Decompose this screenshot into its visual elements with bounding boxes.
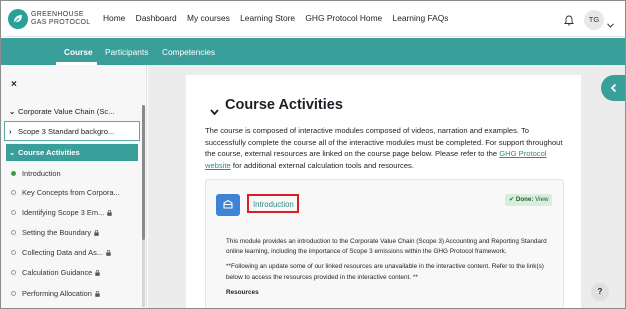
course-secondary-nav: Course Participants Competencies — [1, 38, 625, 65]
interactive-content-icon — [216, 194, 240, 216]
chevron-down-icon: ⌄ — [9, 107, 16, 116]
page-title: Course Activities — [225, 97, 343, 113]
activity-label: Collecting Data and As... — [22, 248, 103, 257]
resources-heading: Resources — [226, 288, 259, 296]
completed-dot-icon — [11, 171, 16, 176]
activity-description: This module provides an introduction to … — [226, 237, 556, 298]
incomplete-dot-icon — [11, 210, 16, 215]
nav-learning-faqs[interactable]: Learning FAQs — [393, 13, 449, 23]
chevron-left-icon — [610, 83, 617, 93]
notification-bell-icon[interactable] — [564, 13, 574, 31]
incomplete-dot-icon — [11, 270, 16, 275]
course-content-card: Course Activities The course is composed… — [186, 75, 581, 308]
activity-identifying-scope-3[interactable]: Identifying Scope 3 Em... — [11, 208, 112, 218]
chevron-right-icon: › — [9, 127, 12, 136]
lock-icon — [106, 249, 111, 258]
open-block-drawer-button[interactable] — [601, 75, 625, 101]
brand-line1: GREENHOUSE — [31, 11, 84, 18]
ghg-logo-icon[interactable] — [8, 9, 28, 29]
user-menu-chevron-down-icon[interactable] — [607, 15, 614, 33]
summary-text-end: for additional external calculation tool… — [230, 160, 414, 170]
primary-nav: Home Dashboard My courses Learning Store… — [103, 13, 456, 23]
main-content-area: Course Activities The course is composed… — [148, 65, 625, 308]
activity-performing-allocation[interactable]: Performing Allocation — [11, 289, 100, 299]
nav-ghg-protocol-home[interactable]: GHG Protocol Home — [305, 13, 382, 23]
done-value: View — [535, 196, 549, 203]
incomplete-dot-icon — [11, 230, 16, 235]
tab-competencies[interactable]: Competencies — [162, 47, 215, 57]
brand-line2: GAS PROTOCOL — [31, 19, 91, 26]
activity-label: Calculation Guidance — [22, 268, 93, 277]
section-label: Scope 3 Standard backgro... — [18, 127, 115, 136]
section-course-activities[interactable]: ⌄ Course Activities — [6, 144, 138, 161]
section-summary: The course is composed of interactive mo… — [205, 125, 563, 171]
section-label: Course Activities — [18, 148, 80, 157]
incomplete-dot-icon — [11, 250, 16, 255]
activity-label: Performing Allocation — [22, 289, 92, 298]
brand-name: GREENHOUSE GAS PROTOCOL — [31, 11, 90, 27]
nav-home[interactable]: Home — [103, 13, 125, 23]
drawer-scrollbar-thumb[interactable] — [142, 105, 145, 240]
activity-label: Setting the Boundary — [22, 228, 92, 237]
activity-calculation-guidance[interactable]: Calculation Guidance — [11, 268, 100, 278]
completion-status-badge[interactable]: ✔ Done: View — [505, 194, 553, 206]
activity-collecting-data[interactable]: Collecting Data and As... — [11, 248, 111, 258]
tab-course[interactable]: Course — [64, 47, 93, 57]
update-note-paragraph: **Following an update some of our linked… — [226, 263, 544, 281]
activity-card-introduction: Introduction ✔ Done: View This module pr… — [205, 179, 564, 308]
lock-icon — [95, 290, 100, 299]
done-label: Done: — [515, 196, 534, 203]
activity-setting-boundary[interactable]: Setting the Boundary — [11, 228, 99, 238]
help-button[interactable]: ? — [591, 283, 609, 301]
incomplete-dot-icon — [11, 291, 16, 296]
lock-icon — [94, 229, 99, 238]
lock-icon — [95, 269, 100, 278]
tab-participants[interactable]: Participants — [105, 47, 148, 57]
activity-label: Identifying Scope 3 Em... — [22, 208, 105, 217]
incomplete-dot-icon — [11, 190, 16, 195]
section-scope-3-standard[interactable]: › Scope 3 Standard backgro... — [9, 127, 114, 136]
section-label: Corporate Value Chain (Sc... — [18, 107, 115, 116]
activity-label: Key Concepts from Corpora... — [22, 188, 120, 197]
close-drawer-icon[interactable]: × — [11, 79, 17, 90]
collapse-section-chevron-icon[interactable] — [210, 102, 219, 120]
nav-learning-store[interactable]: Learning Store — [240, 13, 295, 23]
introduction-activity-link[interactable]: Introduction — [253, 200, 294, 209]
description-paragraph: This module provides an introduction to … — [226, 238, 547, 256]
nav-my-courses[interactable]: My courses — [187, 13, 230, 23]
course-index-drawer: × ⌄ Corporate Value Chain (Sc... › Scope 3… — [1, 65, 147, 308]
app-window: GREENHOUSE GAS PROTOCOL Home Dashboard M… — [0, 0, 626, 309]
chevron-down-icon: ⌄ — [9, 148, 16, 157]
nav-dashboard[interactable]: Dashboard — [136, 13, 177, 23]
top-navbar: GREENHOUSE GAS PROTOCOL Home Dashboard M… — [1, 1, 625, 37]
activity-introduction[interactable]: Introduction — [11, 169, 61, 178]
lock-icon — [107, 209, 112, 218]
activity-label: Introduction — [22, 169, 61, 178]
user-avatar[interactable]: TG — [584, 10, 604, 30]
activity-key-concepts[interactable]: Key Concepts from Corpora... — [11, 188, 120, 197]
section-corporate-value-chain[interactable]: ⌄ Corporate Value Chain (Sc... — [9, 107, 115, 116]
